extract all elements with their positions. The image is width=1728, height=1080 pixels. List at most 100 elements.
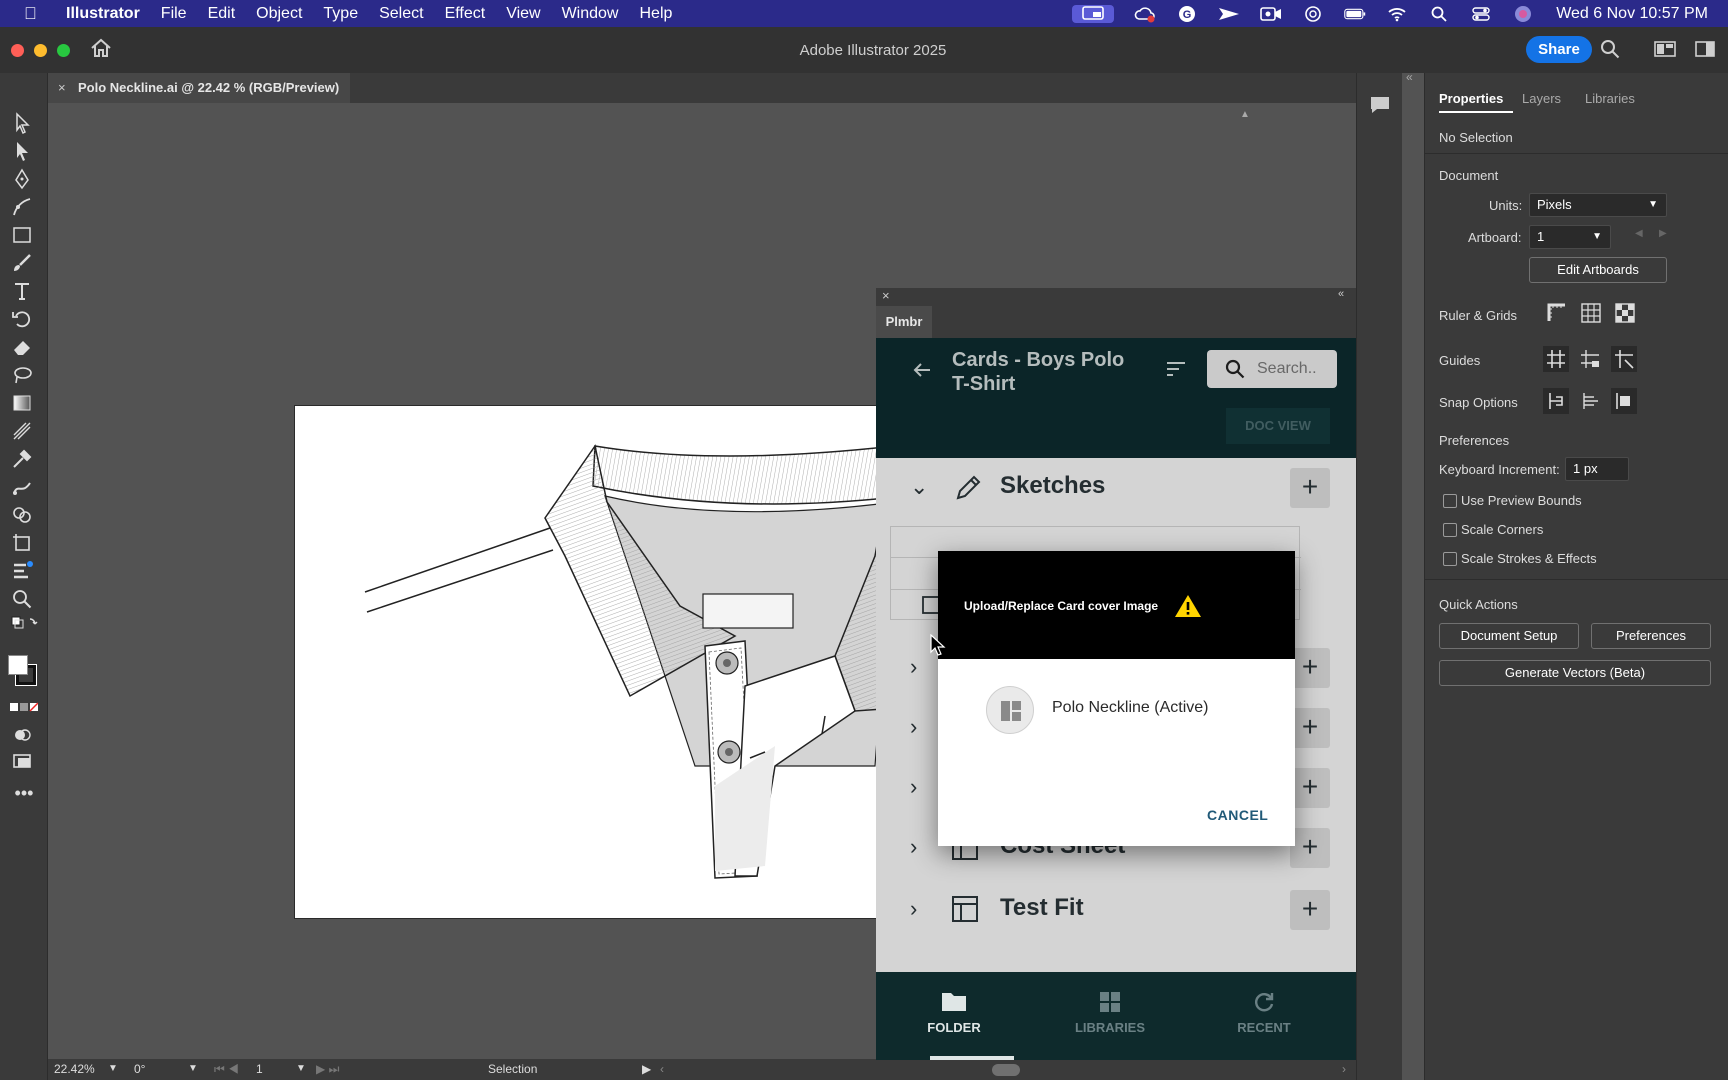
shape-builder-tool-icon[interactable] xyxy=(10,503,38,527)
status-menu-arrow-icon[interactable]: ▶ xyxy=(642,1062,651,1076)
spotlight-search-icon[interactable] xyxy=(1428,5,1450,23)
artboard-nav-next-icon[interactable]: ▶ ⏭ xyxy=(316,1062,339,1077)
curvature-tool-icon[interactable] xyxy=(10,195,38,219)
grid-icon[interactable] xyxy=(1579,301,1605,327)
fill-stroke-swatches[interactable] xyxy=(6,653,42,689)
workspace-switcher-icon[interactable] xyxy=(1654,41,1676,62)
menu-app-name[interactable]: Illustrator xyxy=(66,5,140,23)
pen-tool-icon[interactable] xyxy=(10,167,38,191)
close-panel-icon[interactable]: × xyxy=(882,288,890,303)
generate-vectors-button[interactable]: Generate Vectors (Beta) xyxy=(1439,660,1711,686)
comments-icon[interactable] xyxy=(1369,95,1391,120)
menu-window[interactable]: Window xyxy=(562,5,619,23)
siri-icon[interactable] xyxy=(1512,5,1534,23)
snap-to-glyph-icon[interactable] xyxy=(1611,388,1637,414)
rotate-tool-icon[interactable] xyxy=(10,307,38,331)
nav-recent[interactable]: RECENT xyxy=(1224,990,1304,1035)
card-option-label[interactable]: Polo Neckline (Active) xyxy=(1052,699,1209,717)
ruler-icon[interactable] xyxy=(1545,301,1571,327)
menu-file[interactable]: File xyxy=(161,5,187,23)
snap-to-pixel-icon[interactable] xyxy=(1577,388,1603,414)
type-tool-icon[interactable] xyxy=(10,279,38,303)
rotation-field[interactable]: 0° xyxy=(134,1062,145,1076)
close-tab-icon[interactable]: × xyxy=(58,73,66,103)
preferences-button[interactable]: Preferences xyxy=(1591,623,1711,649)
control-center-icon[interactable] xyxy=(1470,5,1492,23)
swap-colors-icon[interactable] xyxy=(10,615,38,631)
lock-guides-icon[interactable] xyxy=(1577,346,1603,372)
battery-icon[interactable] xyxy=(1344,5,1366,23)
tab-properties[interactable]: Properties xyxy=(1439,91,1503,106)
transparency-grid-icon[interactable] xyxy=(1613,301,1639,327)
scroll-up-icon[interactable]: ▲ xyxy=(1240,109,1250,120)
zoom-tool-icon[interactable] xyxy=(10,587,38,611)
blend-tool-icon[interactable] xyxy=(10,475,38,499)
video-icon[interactable] xyxy=(1260,5,1282,23)
draw-mode-icon[interactable] xyxy=(10,723,38,747)
screen-mode-icon[interactable] xyxy=(10,749,38,773)
status-mode[interactable]: Selection xyxy=(488,1062,537,1076)
color-mode-icons[interactable] xyxy=(10,701,39,717)
plmbr-panel-tab[interactable]: Plmbr xyxy=(876,306,932,338)
selection-tool-icon[interactable] xyxy=(10,111,38,135)
more-tools-icon[interactable]: ••• xyxy=(10,783,38,807)
search-icon[interactable] xyxy=(1600,39,1620,64)
chatgpt-icon[interactable] xyxy=(1302,5,1324,23)
menu-select[interactable]: Select xyxy=(379,5,423,23)
screen-mirror-icon[interactable] xyxy=(1072,4,1115,23)
horizontal-scrollbar-thumb[interactable] xyxy=(992,1064,1020,1076)
share-button[interactable]: Share xyxy=(1526,36,1592,63)
menubar-clock[interactable]: Wed 6 Nov 10:57 PM xyxy=(1556,5,1708,23)
collapse-panel-icon[interactable]: « xyxy=(1338,288,1344,300)
cancel-button[interactable]: CANCEL xyxy=(1207,807,1268,823)
chart-tool-icon[interactable] xyxy=(10,559,38,583)
menu-effect[interactable]: Effect xyxy=(445,5,486,23)
direct-selection-tool-icon[interactable] xyxy=(10,139,38,163)
scroll-right-icon[interactable]: › xyxy=(1342,1062,1346,1076)
menu-edit[interactable]: Edit xyxy=(208,5,236,23)
artboard-dropdown-icon[interactable]: ▼ xyxy=(296,1063,306,1074)
gradient-tool-icon[interactable] xyxy=(10,391,38,415)
zoom-level-field[interactable]: 22.42% xyxy=(54,1062,95,1076)
artboard-dropdown[interactable]: 1 ▼ xyxy=(1529,225,1611,249)
eraser-tool-icon[interactable] xyxy=(10,335,38,359)
keyboard-increment-input[interactable]: 1 px xyxy=(1565,457,1629,481)
mesh-tool-icon[interactable] xyxy=(10,419,38,443)
lasso-tool-icon[interactable] xyxy=(10,363,38,387)
scroll-left-icon[interactable]: ‹ xyxy=(660,1062,664,1076)
artboard[interactable] xyxy=(294,405,924,919)
tab-layers[interactable]: Layers xyxy=(1522,91,1561,106)
card-option-icon[interactable] xyxy=(986,686,1034,734)
artboard-prev-icon[interactable]: ◀ xyxy=(1635,228,1643,239)
document-setup-button[interactable]: Document Setup xyxy=(1439,623,1579,649)
artboard-number-field[interactable]: 1 xyxy=(256,1062,263,1076)
units-dropdown[interactable]: Pixels ▼ xyxy=(1529,193,1667,217)
creative-cloud-icon[interactable] xyxy=(1134,5,1156,23)
wifi-icon[interactable] xyxy=(1386,5,1408,23)
smart-guides-icon[interactable] xyxy=(1611,346,1637,372)
grammarly-icon[interactable]: G xyxy=(1176,5,1198,23)
snap-to-point-icon[interactable] xyxy=(1543,388,1569,414)
collapse-panel-icon[interactable]: « xyxy=(1406,70,1413,84)
zoom-dropdown-icon[interactable]: ▼ xyxy=(108,1063,118,1074)
rotation-dropdown-icon[interactable]: ▼ xyxy=(188,1063,198,1074)
show-guides-icon[interactable] xyxy=(1543,346,1569,372)
nav-libraries[interactable]: LIBRARIES xyxy=(1060,990,1160,1035)
menu-type[interactable]: Type xyxy=(323,5,358,23)
menu-object[interactable]: Object xyxy=(256,5,302,23)
apple-menu-icon[interactable]:  xyxy=(24,4,46,24)
artboard-tool-icon[interactable] xyxy=(10,531,38,555)
use-preview-bounds-checkbox[interactable] xyxy=(1443,494,1457,508)
scale-corners-checkbox[interactable] xyxy=(1443,523,1457,537)
artboard-next-icon[interactable]: ▶ xyxy=(1659,228,1667,239)
tab-libraries[interactable]: Libraries xyxy=(1585,91,1635,106)
artboard-nav-prev-icon[interactable]: ⏮ ◀ xyxy=(214,1062,239,1077)
eyedropper-tool-icon[interactable] xyxy=(10,447,38,471)
scale-strokes-checkbox[interactable] xyxy=(1443,552,1457,566)
send-icon[interactable] xyxy=(1218,5,1240,23)
rectangle-tool-icon[interactable] xyxy=(10,223,38,247)
panels-toggle-icon[interactable] xyxy=(1695,41,1715,62)
menu-view[interactable]: View xyxy=(506,5,540,23)
edit-artboards-button[interactable]: Edit Artboards xyxy=(1529,257,1667,283)
document-tab[interactable]: × Polo Neckline.ai @ 22.42 % (RGB/Previe… xyxy=(48,73,350,103)
